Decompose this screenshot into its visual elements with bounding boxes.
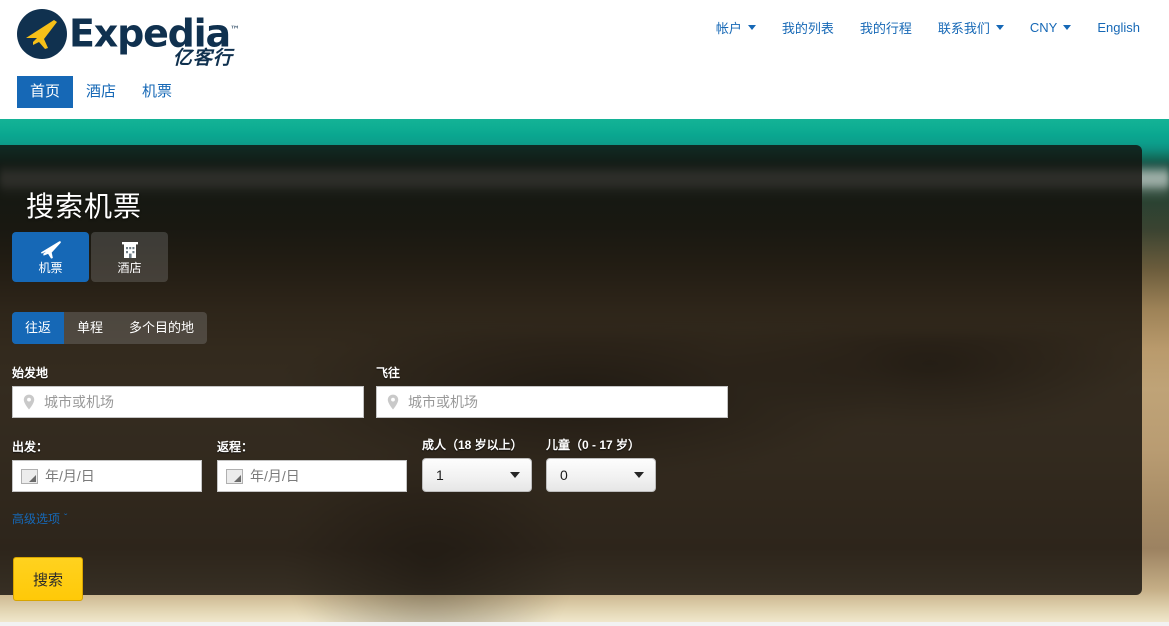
depart-date-placeholder: 年/月/日 xyxy=(45,468,95,484)
page-root: Expedia™ 亿客行 帐户 我的列表 我的行程 联系我们 CNY Engli… xyxy=(0,0,1169,626)
primary-nav: 首页 酒店 机票 xyxy=(17,76,185,108)
return-date-label: 返程： xyxy=(217,440,254,454)
hotel-building-icon xyxy=(120,240,140,259)
product-tab-label: 酒店 xyxy=(117,260,142,275)
chevron-down-icon xyxy=(995,25,1004,30)
depart-date-label: 出发： xyxy=(12,440,49,454)
depart-date-group: 出发： 年/月/日 xyxy=(12,440,202,492)
calendar-icon[interactable] xyxy=(21,468,38,484)
trademark-symbol: ™ xyxy=(229,25,240,36)
topnav-label: 帐户 xyxy=(715,21,742,36)
map-pin-icon xyxy=(387,394,399,410)
advanced-options-link[interactable]: 高级选项 ˇ xyxy=(12,510,67,527)
nav-item-home[interactable]: 首页 xyxy=(17,76,74,108)
page-footer-strip xyxy=(0,622,1169,626)
adults-value: 1 xyxy=(436,467,444,483)
trip-type-oneway[interactable]: 单程 xyxy=(64,312,116,344)
chevron-down-icon xyxy=(747,25,756,30)
airplane-icon xyxy=(40,240,62,259)
product-tabs: 机票 酒店 xyxy=(12,232,168,282)
nav-item-hotels[interactable]: 酒店 xyxy=(73,76,129,108)
origin-field-group: 始发地 城市或机场 xyxy=(12,366,364,418)
adults-label: 成人（18 岁以上） xyxy=(422,438,523,452)
topnav-label: 我的行程 xyxy=(859,21,912,36)
nav-item-flights[interactable]: 机票 xyxy=(129,76,185,108)
destination-input-wrapper[interactable]: 城市或机场 xyxy=(376,386,728,418)
search-button[interactable]: 搜索 xyxy=(13,557,83,601)
chevron-down-icon xyxy=(634,472,644,478)
trip-type-multicity[interactable]: 多个目的地 xyxy=(116,312,207,344)
logo-chinese-text: 亿客行 xyxy=(172,48,233,69)
logo-circle-icon xyxy=(17,9,67,59)
return-date-input[interactable]: 年/月/日 xyxy=(217,460,407,492)
trip-type-tabs: 往返 单程 多个目的地 xyxy=(12,312,208,344)
topnav-label: English xyxy=(1097,20,1140,35)
trip-type-roundtrip[interactable]: 往返 xyxy=(12,312,65,344)
children-label: 儿童（0 - 17 岁） xyxy=(546,438,641,452)
children-value: 0 xyxy=(560,467,568,483)
origin-placeholder: 城市或机场 xyxy=(44,394,114,410)
map-pin-icon xyxy=(23,394,35,410)
return-date-group: 返程： 年/月/日 xyxy=(217,440,407,492)
topnav-item-my-list[interactable]: 我的列表 xyxy=(769,18,847,37)
origin-input-wrapper[interactable]: 城市或机场 xyxy=(12,386,364,418)
topnav-label: 联系我们 xyxy=(937,21,990,36)
dates-passengers-row: 出发： 年/月/日 返程： 年/月/日 成人（18 岁以上） 1 儿童（0 - … xyxy=(12,438,670,492)
plane-in-circle-icon xyxy=(26,20,57,49)
panel-title: 搜索机票 xyxy=(26,191,143,222)
origin-label: 始发地 xyxy=(12,366,49,380)
product-tab-label: 机票 xyxy=(38,260,63,275)
destination-field-group: 飞往 城市或机场 xyxy=(376,366,728,418)
site-header: Expedia™ 亿客行 帐户 我的列表 我的行程 联系我们 CNY Engli… xyxy=(0,0,1169,119)
logo-wordmark: Expedia™ 亿客行 xyxy=(69,9,240,69)
adults-select[interactable]: 1 xyxy=(422,458,532,492)
topnav-item-contact-us[interactable]: 联系我们 xyxy=(925,18,1017,37)
topnav-label: 我的列表 xyxy=(781,21,834,36)
topnav-item-currency[interactable]: CNY xyxy=(1017,20,1084,35)
locations-row: 始发地 城市或机场 飞往 城市或机场 xyxy=(12,366,728,418)
return-date-placeholder: 年/月/日 xyxy=(250,468,300,484)
product-tab-flights[interactable]: 机票 xyxy=(12,232,89,282)
topnav-item-account[interactable]: 帐户 xyxy=(703,18,769,37)
chevron-down-icon xyxy=(510,472,520,478)
depart-date-input[interactable]: 年/月/日 xyxy=(12,460,202,492)
hero-section: 搜索机票 机票 酒店 往返 单程 多个目的地 始发地 城市或机场 飞往 城市或机… xyxy=(0,119,1169,622)
product-tab-hotels[interactable]: 酒店 xyxy=(91,232,168,282)
destination-placeholder: 城市或机场 xyxy=(408,394,478,410)
expedia-logo[interactable]: Expedia™ 亿客行 xyxy=(17,9,240,69)
chevron-down-icon xyxy=(1063,25,1072,30)
topnav-item-my-trips[interactable]: 我的行程 xyxy=(847,18,925,37)
calendar-icon[interactable] xyxy=(226,468,243,484)
destination-label: 飞往 xyxy=(376,366,401,380)
adults-group: 成人（18 岁以上） 1 xyxy=(422,438,532,492)
children-select[interactable]: 0 xyxy=(546,458,656,492)
flight-search-panel: 搜索机票 机票 酒店 往返 单程 多个目的地 始发地 城市或机场 飞往 城市或机… xyxy=(0,145,1142,601)
chevron-down-icon: ˇ xyxy=(64,512,68,524)
children-group: 儿童（0 - 17 岁） 0 xyxy=(546,438,656,492)
advanced-options-label: 高级选项 xyxy=(12,512,61,526)
topnav-item-language[interactable]: English xyxy=(1084,20,1153,35)
topnav-label: CNY xyxy=(1029,20,1058,35)
top-utility-nav: 帐户 我的列表 我的行程 联系我们 CNY English xyxy=(703,18,1153,37)
